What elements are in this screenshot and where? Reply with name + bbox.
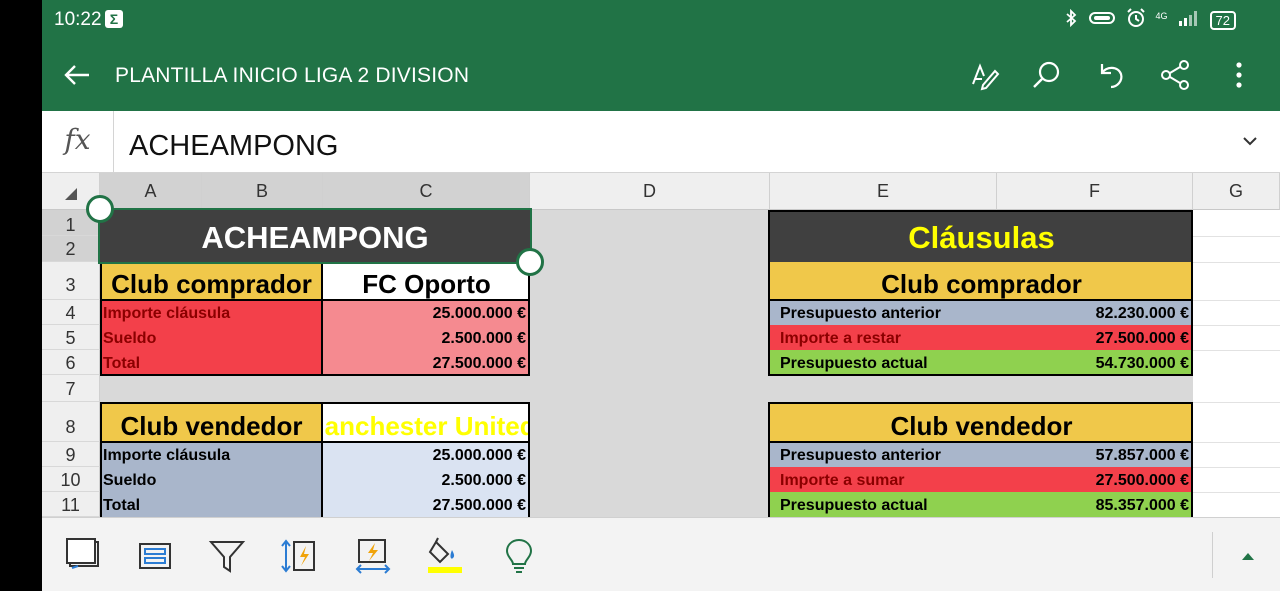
- sort-flash-fill-icon[interactable]: [279, 536, 319, 576]
- alarm-icon: [1126, 8, 1146, 33]
- clauses-buyer-subtract-value[interactable]: 27.500.000 €: [997, 325, 1193, 350]
- clauses-buyer-header[interactable]: Club comprador: [770, 262, 1193, 300]
- column-d-fill[interactable]: [530, 210, 770, 517]
- row-header-3[interactable]: 3: [42, 262, 100, 300]
- share-icon[interactable]: [1158, 58, 1192, 92]
- row-header-11[interactable]: 11: [42, 492, 100, 517]
- fill-color-swatch[interactable]: [428, 567, 462, 573]
- status-time: 10:22: [54, 9, 102, 30]
- buyer-total-value[interactable]: 27.500.000 €: [323, 350, 530, 375]
- network-label: 4G: [1155, 10, 1168, 21]
- column-header-g[interactable]: G: [1193, 173, 1280, 210]
- row-header-5[interactable]: 5: [42, 325, 100, 350]
- clauses-buyer-current-label[interactable]: Presupuesto actual: [770, 350, 997, 375]
- clauses-seller-header[interactable]: Club vendedor: [770, 402, 1193, 442]
- row-7-fill[interactable]: [100, 375, 1193, 402]
- row-header-10[interactable]: 10: [42, 467, 100, 492]
- seller-salary-label[interactable]: Sueldo: [100, 467, 323, 492]
- row-header-6[interactable]: 6: [42, 350, 100, 375]
- clauses-buyer-prev-label[interactable]: Presupuesto anterior: [770, 300, 997, 325]
- buyer-total-label[interactable]: Total: [100, 350, 323, 375]
- column-header-c[interactable]: C: [323, 173, 530, 210]
- seller-clause-label[interactable]: Importe cláusula: [100, 442, 323, 467]
- clauses-seller-add-label[interactable]: Importe a sumar: [770, 467, 997, 492]
- chevron-down-icon[interactable]: [1242, 135, 1258, 147]
- fx-label: fx: [42, 111, 114, 172]
- app-bar: 10:22 Σ 4G 72 PLANTILLA INICIO LIGA 2 DI…: [42, 0, 1280, 111]
- clauses-seller-current-label[interactable]: Presupuesto actual: [770, 492, 997, 517]
- toolbar-separator: [1212, 532, 1213, 578]
- formula-bar: fx ACHEAMPONG: [42, 111, 1280, 173]
- freeze-panes-icon[interactable]: [64, 536, 104, 576]
- clauses-seller-prev-value[interactable]: 57.857.000 €: [997, 442, 1193, 467]
- document-title: PLANTILLA INICIO LIGA 2 DIVISION: [115, 64, 470, 87]
- column-header-d[interactable]: D: [530, 173, 770, 210]
- buyer-salary-label[interactable]: Sueldo: [100, 325, 323, 350]
- sigma-notification-icon: Σ: [105, 10, 123, 28]
- seller-clause-value[interactable]: 25.000.000 €: [323, 442, 530, 467]
- undo-icon[interactable]: [1094, 58, 1128, 92]
- clauses-buyer-subtract-label[interactable]: Importe a restar: [770, 325, 997, 350]
- battery-level: 72: [1209, 11, 1236, 30]
- seller-salary-value[interactable]: 2.500.000 €: [323, 467, 530, 492]
- filter-icon[interactable]: [207, 536, 247, 576]
- column-header-e[interactable]: E: [770, 173, 997, 210]
- buyer-salary-value[interactable]: 2.500.000 €: [323, 325, 530, 350]
- expand-up-icon[interactable]: [1241, 551, 1255, 561]
- selection-handle-top-left[interactable]: [86, 195, 114, 223]
- column-header-a[interactable]: A: [100, 173, 202, 210]
- row-header-7[interactable]: 7: [42, 375, 100, 402]
- lightbulb-ideas-icon[interactable]: [499, 536, 539, 576]
- buyer-clause-label[interactable]: Importe cláusula: [100, 300, 323, 325]
- row-header-2[interactable]: 2: [42, 236, 100, 262]
- buyer-club-name[interactable]: FC Oporto: [323, 262, 530, 300]
- clauses-seller-current-value[interactable]: 85.357.000 €: [997, 492, 1193, 517]
- row-header-9[interactable]: 9: [42, 442, 100, 467]
- formula-input[interactable]: ACHEAMPONG: [129, 130, 338, 163]
- seller-club-name: Manchester United: [323, 411, 530, 441]
- signal-icon: [1178, 10, 1200, 31]
- back-arrow-icon[interactable]: [62, 60, 92, 90]
- vibrate-icon: [1088, 10, 1116, 31]
- more-options-icon[interactable]: [1222, 58, 1256, 92]
- clauses-buyer-prev-value[interactable]: 82.230.000 €: [997, 300, 1193, 325]
- player-name-banner[interactable]: ACHEAMPONG: [100, 210, 530, 262]
- search-icon[interactable]: [1030, 58, 1064, 92]
- clauses-seller-add-value[interactable]: 27.500.000 €: [997, 467, 1193, 492]
- flash-fill-icon[interactable]: [353, 536, 393, 576]
- seller-total-label[interactable]: Total: [100, 492, 323, 517]
- selection-handle-bottom-right[interactable]: [516, 248, 544, 276]
- buyer-club-label[interactable]: Club comprador: [100, 262, 323, 300]
- row-header-4[interactable]: 4: [42, 300, 100, 325]
- bluetooth-icon: [1064, 8, 1078, 32]
- spreadsheet-grid[interactable]: A B C D E F G 1 2 3 4 5 6 7 8 9 10 11 AC…: [42, 173, 1280, 517]
- clauses-banner[interactable]: Cláusulas: [770, 210, 1193, 262]
- excel-app: 10:22 Σ 4G 72 PLANTILLA INICIO LIGA 2 DI…: [42, 0, 1280, 591]
- buyer-clause-value[interactable]: 25.000.000 €: [323, 300, 530, 325]
- seller-club-name-cell[interactable]: Manchester United: [323, 402, 530, 442]
- edit-pen-icon[interactable]: [968, 58, 1002, 92]
- column-header-b[interactable]: B: [202, 173, 323, 210]
- format-table-icon[interactable]: [135, 536, 175, 576]
- clauses-buyer-current-value[interactable]: 54.730.000 €: [997, 350, 1193, 375]
- row-header-8[interactable]: 8: [42, 402, 100, 442]
- seller-club-label[interactable]: Club vendedor: [100, 402, 323, 442]
- column-header-f[interactable]: F: [997, 173, 1193, 210]
- bottom-toolbar: [42, 517, 1280, 591]
- seller-total-value[interactable]: 27.500.000 €: [323, 492, 530, 517]
- status-icons: 4G 72: [1064, 8, 1236, 33]
- clauses-seller-prev-label[interactable]: Presupuesto anterior: [770, 442, 997, 467]
